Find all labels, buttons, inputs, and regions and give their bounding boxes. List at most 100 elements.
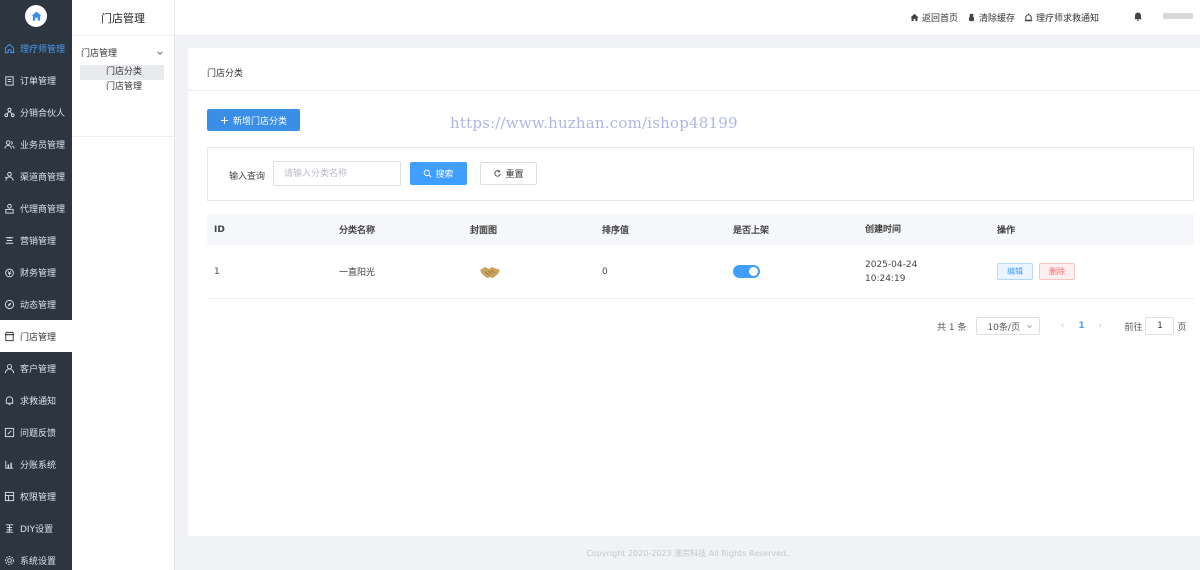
goto-page: 前往 页 (1124, 317, 1186, 335)
sidebar-item[interactable]: 分销合伙人 (0, 96, 72, 128)
prev-page-button[interactable]: ‹ (1054, 321, 1070, 331)
goto-page-input[interactable] (1145, 317, 1175, 335)
edit-button[interactable]: 编辑 (997, 263, 1033, 280)
cell-name: 一直阳光 (339, 268, 376, 278)
sidebar-item-label: 求救通知 (20, 396, 57, 407)
help-notify-label: 理疗师求救通知 (1036, 14, 1100, 24)
submenu-item-store-category[interactable]: 门店分类 (80, 65, 164, 80)
sidebar-item[interactable]: DIY设置 (0, 512, 72, 544)
header-created: 创建时间 (865, 224, 902, 235)
sidebar-item[interactable]: 订单管理 (0, 64, 72, 96)
feedback-icon (4, 427, 15, 438)
secondary-sidebar-title: 门店管理 (72, 0, 174, 36)
permission-icon (4, 491, 15, 502)
top-header: 返回首页 清除缓存 理疗师求救通知 (175, 0, 1200, 36)
customer-icon (4, 363, 15, 374)
sidebar-item[interactable]: 渠道商管理 (0, 160, 72, 192)
sidebar-item-label: 门店管理 (20, 332, 57, 343)
sidebar-item-label: 理疗师管理 (20, 44, 66, 55)
reset-button[interactable]: 重置 (480, 162, 537, 185)
sidebar-item[interactable]: 客户管理 (0, 352, 72, 384)
sidebar-item[interactable]: 财务管理 (0, 256, 72, 288)
broom-icon (968, 13, 975, 22)
sidebar-item[interactable]: 求救通知 (0, 384, 72, 416)
delete-button[interactable]: 删除 (1039, 263, 1075, 280)
sidebar-nav: 理疗师管理订单管理分销合伙人业务员管理渠道商管理代理商管理 营销管理 财务管理 动态管… (0, 32, 72, 570)
sidebar-item-label: 业务员管理 (20, 140, 66, 151)
chevron-down-icon (157, 50, 163, 55)
clear-cache-link[interactable]: 清除缓存 (967, 11, 1015, 24)
submenu-group[interactable]: 门店管理 (72, 36, 174, 59)
sidebar-item[interactable]: 代理商管理 (0, 192, 72, 224)
cell-on-shelf (733, 245, 865, 298)
search-button-label: 搜索 (435, 170, 454, 180)
reset-button-label: 重置 (505, 170, 524, 180)
add-button-label: 新增门店分类 (232, 116, 287, 127)
sidebar-item[interactable]: 动态管理 (0, 288, 72, 320)
user-avatar-blurred[interactable] (1163, 13, 1193, 19)
goto-prefix: 前往 (1124, 322, 1143, 333)
page-size-value: 10条/页 (987, 322, 1020, 333)
clipboard-icon (4, 75, 15, 86)
logo[interactable] (25, 5, 47, 27)
category-name-input[interactable] (273, 161, 401, 186)
sidebar-item-label: 客户管理 (20, 364, 57, 375)
page-number-current[interactable]: 1 (1070, 321, 1092, 331)
store-icon (4, 331, 15, 342)
handshake-cover-image[interactable] (479, 264, 501, 280)
on-shelf-toggle[interactable] (733, 265, 760, 278)
search-icon (424, 169, 432, 178)
clear-cache-label: 清除缓存 (979, 14, 1016, 24)
network-icon (4, 107, 15, 118)
search-label: 输入查询 (229, 172, 266, 182)
home-link[interactable]: 返回首页 (910, 11, 958, 24)
search-button[interactable]: 搜索 (410, 162, 467, 185)
submenu-group-label: 门店管理 (81, 49, 118, 59)
agent-icon (4, 203, 15, 214)
main-sidebar: 理疗师管理订单管理分销合伙人业务员管理渠道商管理代理商管理 营销管理 财务管理 动态管… (0, 0, 72, 570)
compass-icon (4, 299, 15, 310)
page-size-select[interactable]: 10条/页 (976, 317, 1041, 335)
bell-icon (4, 395, 15, 406)
sidebar-item-label: 分销合伙人 (20, 108, 66, 119)
footer-copyright: Copyright 2020-2023 漾宗科技 All Rights Rese… (586, 548, 789, 558)
created-date: 2025-04-24 (865, 259, 918, 270)
sidebar-item-label: 订单管理 (20, 76, 57, 87)
home-icon (910, 13, 919, 22)
header-on-shelf: 是否上架 (733, 226, 770, 236)
cell-cover (470, 245, 602, 298)
sidebar-item[interactable]: 业务员管理 (0, 128, 72, 160)
main-card: 门店分类 新增门店分类 https://www.huzhan.com/ishop… (188, 48, 1200, 536)
home-link-label: 返回首页 (922, 14, 959, 24)
cell-created: 2025-04-24 10:24:19 (865, 245, 997, 298)
goto-suffix: 页 (1177, 322, 1187, 333)
sidebar-item[interactable]: 问题反馈 (0, 416, 72, 448)
bell-icon[interactable] (1133, 11, 1143, 21)
watermark-text: https://www.huzhan.com/ishop48199 (450, 114, 738, 132)
header-id: ID (214, 224, 225, 235)
help-notify-link[interactable]: 理疗师求救通知 (1024, 11, 1099, 24)
secondary-sidebar: 门店管理 门店管理 门店分类 门店管理 (72, 0, 175, 570)
sidebar-item[interactable]: 权限管理 (0, 480, 72, 512)
pagination: 共 1 条 10条/页 ‹ 1 › 前往 页 (937, 317, 1186, 335)
sidebar-item[interactable]: 营销管理 (0, 224, 72, 256)
marketing-icon (4, 235, 15, 246)
sidebar-item[interactable]: 门店管理 (0, 320, 72, 352)
submenu-item-store-manage[interactable]: 门店管理 (80, 80, 164, 95)
header-name: 分类名称 (339, 226, 376, 236)
refresh-icon (494, 169, 502, 177)
sidebar-item[interactable]: 系统设置 (0, 544, 72, 570)
next-page-button[interactable]: › (1092, 321, 1108, 331)
alarm-icon (1024, 13, 1033, 22)
sidebar-item[interactable]: 理疗师管理 (0, 32, 72, 64)
plus-icon (220, 116, 229, 124)
chevron-down-icon (1027, 324, 1033, 328)
home-icon (4, 43, 15, 54)
sidebar-item-label: 渠道商管理 (20, 172, 66, 183)
table-header: ID 分类名称 封面图 排序值 是否上架 创建时间 操作 (207, 214, 1194, 245)
sidebar-item-label: 系统设置 (20, 556, 57, 567)
users-icon (4, 139, 15, 150)
add-store-category-button[interactable]: 新增门店分类 (207, 109, 300, 131)
header-cover: 封面图 (470, 226, 498, 236)
sidebar-item[interactable]: 分账系统 (0, 448, 72, 480)
